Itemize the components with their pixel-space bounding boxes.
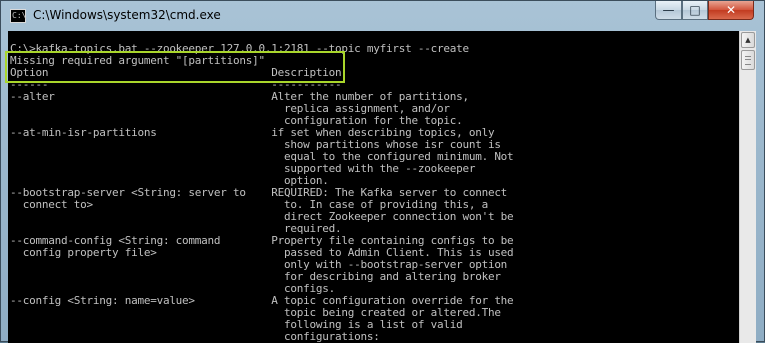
vertical-scrollbar[interactable]: ▲ — [739, 31, 756, 343]
close-button[interactable]: ✕ — [708, 1, 754, 20]
grip-icon — [745, 55, 751, 65]
scroll-thumb[interactable] — [741, 50, 755, 70]
minimize-button[interactable]: — — [655, 1, 682, 20]
cmd-app-icon[interactable]: C:\ — [10, 9, 26, 23]
window-title: C:\Windows\system32\cmd.exe — [33, 8, 221, 22]
maximize-button[interactable]: □ — [682, 1, 708, 20]
console-line: configurations: — [10, 330, 380, 343]
title-bar[interactable]: C:\ C:\Windows\system32\cmd.exe — □ ✕ — [1, 1, 764, 31]
console-output: C:\>kafka-topics.bat --zookeeper 127.0.0… — [10, 43, 740, 343]
scroll-up-arrow-icon[interactable]: ▲ — [741, 32, 755, 48]
cmd-window: C:\ C:\Windows\system32\cmd.exe — □ ✕ C:… — [0, 0, 765, 343]
console-area[interactable]: C:\>kafka-topics.bat --zookeeper 127.0.0… — [8, 31, 756, 343]
